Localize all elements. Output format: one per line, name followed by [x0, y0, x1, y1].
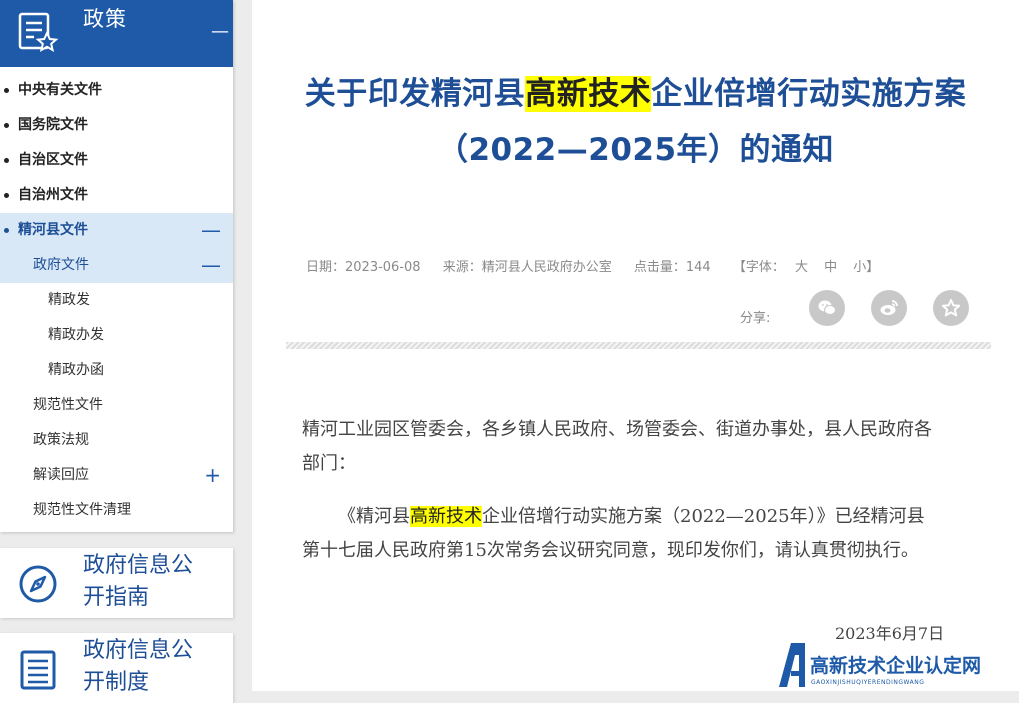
menu-item-label: 精河县文件: [18, 222, 88, 238]
expand-toggle-icon[interactable]: +: [204, 458, 221, 493]
menu-item-label: 精政办发: [48, 327, 104, 343]
menu-item-label: 自治区文件: [18, 152, 88, 168]
menu-item-autonomous-prefecture-documents[interactable]: 自治州文件: [0, 178, 233, 213]
menu-item-label: 政府文件: [33, 257, 89, 273]
card-title: 政府信息公开制度: [83, 638, 194, 695]
watermark-subtext: GAOXINJISHUQIYERENDINGWANG: [811, 679, 925, 686]
menu-item-label: 政策法规: [33, 432, 89, 448]
info-disclosure-system-card[interactable]: 政府信息公开制度: [0, 633, 233, 703]
body-highlight: 高新技术: [410, 506, 482, 527]
policy-document-icon: [17, 11, 59, 55]
watermark-text: 高新技术企业认定网: [810, 655, 982, 677]
share-label: 分享:: [740, 311, 771, 326]
click-count: 点击量：144: [633, 260, 711, 275]
sidebar: 政策 — 中央有关文件 国务院文件 自治区文件 自治州文件 精河县文件 — 政府…: [0, 0, 234, 703]
policy-panel: 政策 — 中央有关文件 国务院文件 自治区文件 自治州文件 精河县文件 — 政府…: [0, 0, 233, 532]
policy-menu: 中央有关文件 国务院文件 自治区文件 自治州文件 精河县文件 — 政府文件 — …: [0, 73, 233, 528]
info-disclosure-guide-card[interactable]: 政府信息公开指南: [0, 548, 233, 618]
menu-item-jingzhengfa[interactable]: 精政发: [0, 283, 233, 318]
article-panel: 关于印发精河县高新技术企业倍增行动实施方案（2022—2025年）的通知 日期：…: [252, 0, 1019, 691]
menu-item-normative-documents[interactable]: 规范性文件: [0, 388, 233, 423]
policy-header[interactable]: 政策 —: [0, 0, 233, 67]
menu-item-label: 自治州文件: [18, 187, 88, 203]
title-text-start: 关于印发精河县: [304, 76, 526, 112]
collapse-icon[interactable]: —: [211, 21, 229, 42]
menu-item-label: 精政发: [48, 292, 90, 308]
body-paragraph: 《精河县高新技术企业倍增行动实施方案（2022—2025年）》已经精河县第十七届…: [302, 500, 942, 568]
menu-item-policies-regulations[interactable]: 政策法规: [0, 423, 233, 458]
publish-date: 日期：2023-06-08: [306, 260, 421, 275]
collapse-toggle-icon[interactable]: —: [201, 213, 221, 248]
menu-item-jinghe-county-documents[interactable]: 精河县文件 —: [0, 213, 233, 248]
article-meta: 日期：2023-06-08 来源：精河县人民政府办公室 点击量：144 【字体：…: [306, 256, 879, 275]
menu-item-label: 国务院文件: [18, 117, 88, 133]
collapse-toggle-icon[interactable]: —: [201, 248, 221, 283]
menu-item-label: 中央有关文件: [18, 82, 102, 98]
favorite-button[interactable]: [933, 290, 969, 326]
font-size-large[interactable]: 大: [795, 260, 808, 275]
list-document-icon: [17, 648, 59, 690]
menu-item-label: 解读回应: [33, 467, 89, 483]
menu-item-state-council-documents[interactable]: 国务院文件: [0, 108, 233, 143]
watermark-logo: [777, 641, 807, 689]
font-size-medium[interactable]: 中: [824, 260, 837, 275]
menu-item-jingzhengbanhan[interactable]: 精政办函: [0, 353, 233, 388]
divider: [286, 342, 991, 349]
font-size-selector: 【字体： 大 中 小】: [733, 260, 879, 275]
share-wechat-button[interactable]: [809, 290, 845, 326]
menu-item-label: 规范性文件清理: [33, 502, 131, 518]
menu-item-interpretation-response[interactable]: 解读回应 +: [0, 458, 233, 493]
font-size-label: 【字体：: [732, 260, 785, 275]
menu-item-label: 规范性文件: [33, 397, 103, 413]
font-size-small[interactable]: 小】: [853, 260, 879, 275]
site-watermark: 高新技术企业认定网 GAOXINJISHUQIYERENDINGWANG: [777, 641, 1019, 691]
title-highlight: 高新技术: [525, 76, 652, 112]
card-title: 政府信息公开指南: [83, 553, 194, 610]
salutation: 精河工业园区管委会，各乡镇人民政府、场管委会、街道办事处，县人民政府各部门：: [302, 419, 932, 474]
menu-item-government-documents[interactable]: 政府文件 —: [0, 248, 233, 283]
menu-item-central-documents[interactable]: 中央有关文件: [0, 73, 233, 108]
menu-item-jingzhengbanfa[interactable]: 精政办发: [0, 318, 233, 353]
compass-icon: [17, 563, 59, 605]
menu-item-normative-documents-cleanup[interactable]: 规范性文件清理: [0, 493, 233, 528]
article-source: 来源：精河县人民政府办公室: [442, 260, 612, 275]
menu-item-label: 精政办函: [48, 362, 104, 378]
policy-title: 政策: [83, 7, 127, 31]
share-weibo-button[interactable]: [871, 290, 907, 326]
body-text-start: 《精河县: [338, 506, 410, 527]
article-title: 关于印发精河县高新技术企业倍增行动实施方案（2022—2025年）的通知: [282, 66, 989, 178]
menu-item-autonomous-region-documents[interactable]: 自治区文件: [0, 143, 233, 178]
